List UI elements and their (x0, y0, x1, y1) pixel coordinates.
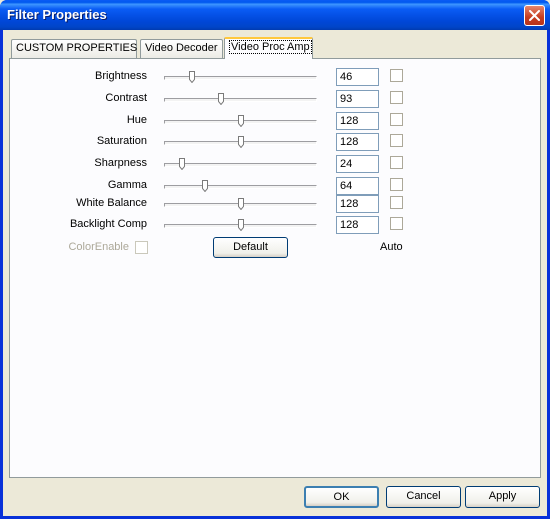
slider-track[interactable] (164, 76, 317, 80)
auto-checkbox-saturation[interactable] (390, 134, 403, 147)
value-hue[interactable]: 128 (336, 112, 379, 130)
tab-video-proc-amp[interactable]: Video Proc Amp (224, 37, 313, 59)
auto-checkbox-gamma[interactable] (390, 178, 403, 191)
value-contrast[interactable]: 93 (336, 90, 379, 108)
ok-button[interactable]: OK (304, 486, 379, 508)
slider-track[interactable] (164, 185, 317, 189)
title-bar[interactable]: Filter Properties (0, 0, 550, 30)
auto-label: Auto (380, 241, 403, 253)
value-white-balance[interactable]: 128 (336, 195, 379, 213)
label-brightness: Brightness (95, 70, 147, 82)
slider-white-balance[interactable] (164, 198, 317, 212)
value-backlight-comp[interactable]: 128 (336, 216, 379, 234)
label-white-balance: White Balance (76, 197, 147, 209)
auto-checkbox-white-balance[interactable] (390, 196, 403, 209)
slider-contrast[interactable] (164, 93, 317, 107)
label-hue: Hue (126, 114, 147, 126)
slider-track[interactable] (164, 98, 317, 102)
value-gamma[interactable]: 64 (336, 177, 379, 195)
label-gamma: Gamma (107, 179, 147, 191)
slider-gamma[interactable] (164, 180, 317, 194)
auto-checkbox-hue[interactable] (390, 113, 403, 126)
slider-hue[interactable] (164, 115, 317, 129)
tab-label: Video Decoder (145, 42, 218, 54)
label-backlight-comp: Backlight Comp (69, 218, 147, 230)
slider-thumb[interactable] (202, 180, 208, 193)
window-title: Filter Properties (7, 7, 107, 22)
slider-thumb[interactable] (238, 115, 244, 128)
dialog-client: CUSTOM PROPERTIES Video Decoder Video Pr… (3, 30, 547, 516)
slider-thumb[interactable] (218, 93, 224, 106)
auto-checkbox-sharpness[interactable] (390, 156, 403, 169)
color-enable-checkbox[interactable] (135, 241, 148, 254)
label-contrast: Contrast (105, 92, 147, 104)
dialog-window: Filter Properties CUSTOM PROPERTIES Vide… (0, 0, 550, 519)
slider-thumb[interactable] (238, 219, 244, 232)
default-button[interactable]: Default (213, 237, 288, 258)
slider-track[interactable] (164, 163, 317, 167)
label-sharpness: Sharpness (94, 157, 147, 169)
auto-checkbox-backlight-comp[interactable] (390, 217, 403, 230)
tab-label: Video Proc Amp (229, 40, 312, 54)
cancel-button[interactable]: Cancel (386, 486, 461, 508)
slider-brightness[interactable] (164, 71, 317, 85)
tab-label: CUSTOM PROPERTIES (16, 42, 138, 54)
slider-thumb[interactable] (238, 136, 244, 149)
value-saturation[interactable]: 128 (336, 133, 379, 151)
tab-custom-properties[interactable]: CUSTOM PROPERTIES (11, 39, 137, 58)
auto-checkbox-contrast[interactable] (390, 91, 403, 104)
slider-sharpness[interactable] (164, 158, 317, 172)
value-sharpness[interactable]: 24 (336, 155, 379, 173)
apply-button[interactable]: Apply (465, 486, 540, 508)
close-icon (529, 10, 540, 21)
close-button[interactable] (524, 5, 545, 26)
value-brightness[interactable]: 46 (336, 68, 379, 86)
slider-thumb[interactable] (179, 158, 185, 171)
color-enable-label: ColorEnable (68, 241, 129, 253)
slider-backlight-comp[interactable] (164, 219, 317, 233)
slider-saturation[interactable] (164, 136, 317, 150)
auto-checkbox-brightness[interactable] (390, 69, 403, 82)
tab-video-decoder[interactable]: Video Decoder (140, 39, 223, 58)
slider-thumb[interactable] (189, 71, 195, 84)
slider-thumb[interactable] (238, 198, 244, 211)
label-saturation: Saturation (96, 135, 147, 147)
